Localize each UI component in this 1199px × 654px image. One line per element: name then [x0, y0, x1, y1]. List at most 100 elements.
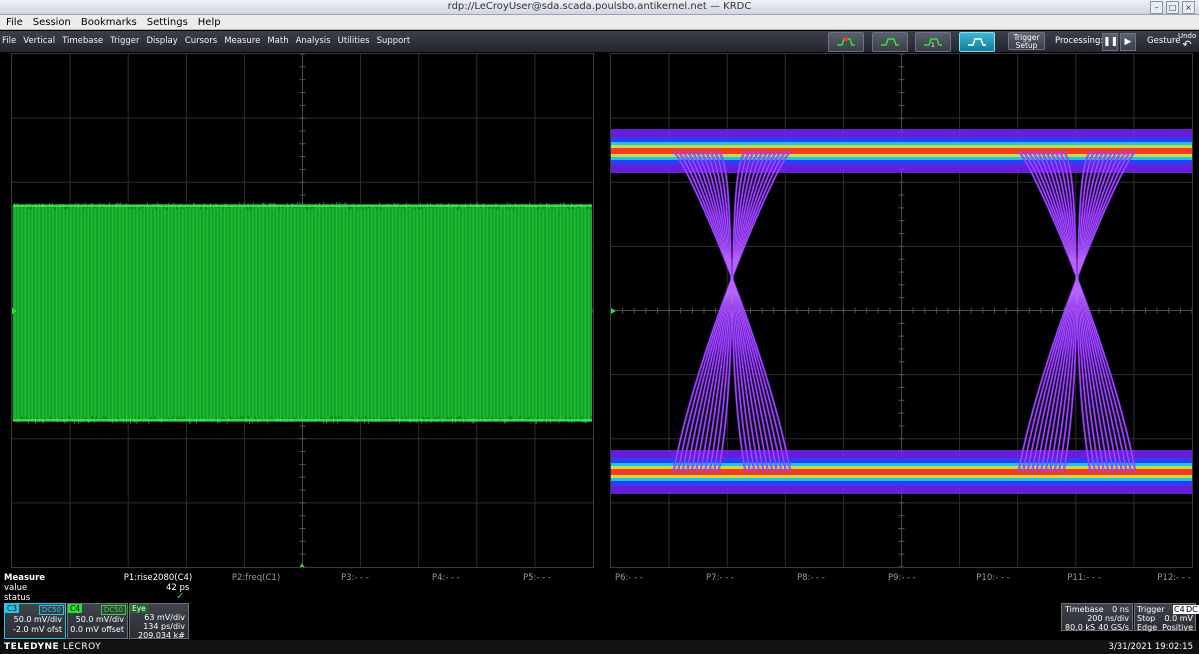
window-title: rdp://LeCroyUser@sda.scada.poulsbo.antik…	[447, 1, 752, 12]
processing-label: Processing:	[1055, 36, 1104, 46]
trigger-stop-icon	[968, 38, 986, 46]
trigger-type: Edge	[1137, 623, 1158, 632]
param-p12[interactable]: P12:- - -	[1157, 572, 1190, 584]
channel-descriptor-c4[interactable]: C4 DC50 50.0 mV/div 0.0 mV offset	[67, 603, 128, 639]
check-icon: ✓	[176, 591, 185, 602]
trigger-single-icon: 1	[924, 38, 942, 48]
eye-vdiv: 63 mV/div	[144, 613, 185, 622]
play-icon: ▶	[1124, 37, 1132, 47]
scope-menu-analysis[interactable]: Analysis	[296, 31, 331, 52]
undo-icon: ↶	[1182, 38, 1192, 51]
eye-tdiv: 134 ps/div	[143, 622, 185, 631]
menu-file[interactable]: File	[6, 15, 23, 29]
measure-title: Measure	[4, 573, 46, 583]
scope-menu-measure[interactable]: Measure	[224, 31, 260, 52]
eye-count: 209.034 k#	[138, 631, 185, 640]
menu-settings[interactable]: Settings	[147, 15, 188, 29]
scope-menu-file[interactable]: File	[2, 31, 16, 52]
krdc-menubar: File Session Bookmarks Settings Help	[0, 15, 1199, 30]
brand-a: TELEDYNE	[4, 642, 60, 652]
c4-vdiv: 50.0 mV/div	[75, 615, 124, 624]
param-p6[interactable]: P6:- - -	[615, 572, 643, 584]
trigger-level: 0.0 mV	[1164, 614, 1193, 623]
waveform-plot	[12, 54, 593, 567]
status-footer: TELEDYNE LECROY 3/31/2021 19:02:15	[0, 640, 1199, 654]
c4-coupling: DC50	[100, 605, 126, 615]
param-p3[interactable]: P3:- - -	[341, 572, 369, 584]
brand-logo: TELEDYNE LECROY	[4, 642, 101, 652]
timebase-samples: 80.0 kS	[1065, 623, 1096, 632]
c3-offset: -2.0 mV ofst	[13, 625, 62, 634]
channel-descriptor-c3[interactable]: C3 DC50 50.0 mV/div -2.0 mV ofst	[4, 603, 66, 639]
trigger-mode-single-button[interactable]: 1	[915, 32, 951, 52]
scope-menu-trigger[interactable]: Trigger	[110, 31, 139, 52]
c3-coupling: DC50	[38, 605, 64, 615]
scope-menu-display[interactable]: Display	[146, 31, 177, 52]
trigger-setup-line2: Setup	[1015, 41, 1038, 50]
param-p4[interactable]: P4:- - -	[432, 572, 460, 584]
c4-tag: C4	[68, 604, 83, 613]
trigger-source: C4	[1173, 605, 1186, 614]
timebase-tdiv: 200 ns/div	[1087, 614, 1129, 623]
eye-ground-marker	[611, 308, 616, 314]
trigger-coupling: DC	[1185, 605, 1199, 614]
trigger-position-marker	[299, 563, 305, 567]
scope-menu-vertical[interactable]: Vertical	[23, 31, 55, 52]
scope-menu-timebase[interactable]: Timebase	[62, 31, 103, 52]
trigger-setup-button[interactable]: Trigger Setup	[1008, 32, 1045, 50]
undo-button[interactable]: Undo ↶	[1178, 32, 1196, 50]
trigger-label: Trigger	[1137, 605, 1165, 614]
trigger-descriptor[interactable]: Trigger C4 DC Stop 0.0 mV Edge Positive	[1134, 603, 1199, 632]
maximize-button[interactable]: □	[1166, 1, 1179, 14]
pause-button[interactable]: ❚❚	[1102, 33, 1118, 51]
eye-plot	[611, 54, 1192, 567]
param-p11[interactable]: P11:- - -	[1067, 572, 1100, 584]
eye-crossing-right	[1018, 150, 1136, 473]
c3-vdiv: 50.0 mV/div	[13, 615, 62, 624]
window-titlebar: rdp://LeCroyUser@sda.scada.poulsbo.antik…	[0, 0, 1199, 15]
svg-text:1: 1	[931, 42, 935, 48]
menu-session[interactable]: Session	[33, 15, 71, 29]
param-p8[interactable]: P8:- - -	[797, 572, 825, 584]
eye-bottom-rail	[611, 469, 1192, 475]
trigger-slope: Positive	[1162, 623, 1193, 632]
datetime: 3/31/2021 19:02:15	[1108, 642, 1193, 652]
timebase-label: Timebase	[1065, 605, 1104, 614]
trigger-mode-normal-button[interactable]	[872, 32, 908, 52]
scope-menu-utilities[interactable]: Utilities	[338, 31, 370, 52]
timebase-descriptor[interactable]: Timebase 0 ns 200 ns/div 80.0 kS 40 GS/s	[1061, 603, 1133, 632]
waveform-grid-c4[interactable]	[11, 53, 594, 568]
trigger-mode-auto-button[interactable]	[828, 32, 864, 52]
pause-icon: ❚❚	[1103, 37, 1119, 47]
measure-row-value: value	[4, 583, 28, 593]
measure-table: Measure value status	[4, 573, 190, 603]
close-button[interactable]: ×	[1182, 1, 1195, 14]
minimize-button[interactable]: –	[1150, 1, 1163, 14]
param-p2[interactable]: P2:freq(C1)	[232, 572, 280, 584]
menu-help[interactable]: Help	[198, 15, 221, 29]
scope-menu-math[interactable]: Math	[267, 31, 288, 52]
eye-tag: Eye	[130, 604, 148, 613]
c3-tag: C3	[5, 604, 20, 613]
trigger-mode: Stop	[1137, 614, 1156, 623]
measure-row-status: status	[4, 593, 31, 603]
param-p9[interactable]: P9:- - -	[888, 572, 916, 584]
scope-menu-cursors[interactable]: Cursors	[185, 31, 217, 52]
trigger-mode-stop-button[interactable]	[959, 32, 995, 52]
play-button[interactable]: ▶	[1120, 33, 1136, 51]
trigger-auto-icon	[837, 37, 855, 46]
gesture-label: Gesture	[1147, 36, 1181, 46]
c4-offset: 0.0 mV offset	[70, 625, 124, 634]
param-p5[interactable]: P5:- - -	[523, 572, 551, 584]
eye-descriptor[interactable]: Eye 63 mV/div 134 ps/div 209.034 k#	[129, 603, 189, 640]
param-p10[interactable]: P10:- - -	[976, 572, 1009, 584]
scope-menu-support[interactable]: Support	[377, 31, 411, 52]
menu-bookmarks[interactable]: Bookmarks	[81, 15, 137, 29]
trigger-normal-icon	[881, 38, 899, 46]
eye-diagram-grid[interactable]	[610, 53, 1193, 568]
brand-b: LECROY	[62, 642, 102, 652]
timebase-rate: 40 GS/s	[1098, 623, 1129, 632]
param-p7[interactable]: P7:- - -	[706, 572, 734, 584]
eye-crossing-left	[673, 150, 791, 473]
timebase-delay: 0 ns	[1112, 605, 1129, 614]
